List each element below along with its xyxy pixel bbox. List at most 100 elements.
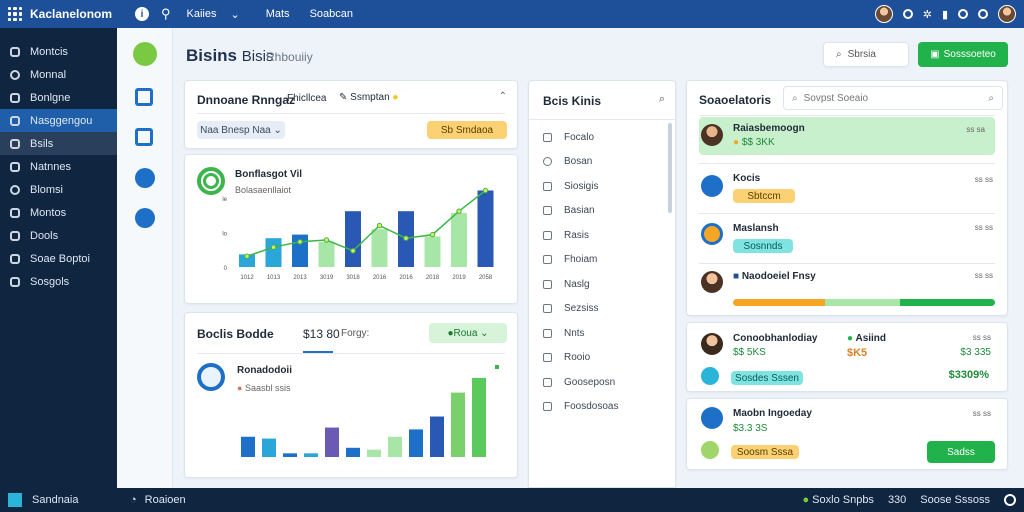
list-item[interactable]: Foosdosoas xyxy=(529,395,669,420)
people-search-input[interactable]: ⌕ Sovpst Soeaio ⌕ xyxy=(783,86,1003,110)
user-avatar[interactable] xyxy=(874,5,893,23)
chart2-bar xyxy=(346,447,360,457)
profile-avatar[interactable] xyxy=(998,5,1016,23)
deal2-pill[interactable]: Soosm Sssa xyxy=(731,445,799,459)
search-icon[interactable]: ⌕ xyxy=(659,93,665,106)
filter-dropdown[interactable]: Naa Bnesp Naa ⌄ xyxy=(197,121,285,139)
calendar-icon[interactable] xyxy=(135,88,153,106)
bottom-item-2[interactable]: 330 xyxy=(888,494,906,506)
list-item[interactable]: Fhoiam xyxy=(529,248,669,273)
bottom-status[interactable]: Roaioen xyxy=(145,494,186,506)
chart1-bar xyxy=(451,213,467,267)
chart1-point xyxy=(429,231,436,238)
globe-icon[interactable] xyxy=(135,168,155,188)
person-pill[interactable]: Sbtccm xyxy=(733,189,795,203)
deal2-button[interactable]: Sadss xyxy=(927,441,995,463)
notification-icon[interactable] xyxy=(958,9,968,19)
page-subtitle: Rhbouiiy xyxy=(266,50,313,64)
chart1-bar xyxy=(371,229,388,267)
sidebar-item-8[interactable]: Dools xyxy=(0,224,117,247)
list-item[interactable]: Basian xyxy=(529,199,669,224)
sidebar-item-2[interactable]: Bonlgne xyxy=(0,86,117,109)
list-item[interactable]: Gooseposn xyxy=(529,370,669,395)
nav-item-1[interactable]: Kaiies xyxy=(187,8,217,20)
progress-bar xyxy=(733,299,995,306)
chart1-point xyxy=(323,237,330,243)
sidebar-item-7[interactable]: Montos xyxy=(0,201,117,224)
settings-icon[interactable]: ✲ xyxy=(923,8,932,21)
person-value: ● $$ 3KK xyxy=(733,137,775,148)
chart1-point xyxy=(350,248,356,254)
list-item[interactable]: Nnts xyxy=(529,321,669,346)
list-item[interactable]: Rooio xyxy=(529,346,669,371)
list-item[interactable]: Rasis xyxy=(529,223,669,248)
bottom-item-1[interactable]: ● Soxlo Snpbs xyxy=(802,494,873,506)
status-icon[interactable] xyxy=(902,9,913,19)
monitor-icon xyxy=(10,207,20,218)
list-item[interactable]: Siosigis xyxy=(529,174,669,199)
sidebar-item-6[interactable]: Blomsi xyxy=(0,178,117,201)
chart1-point xyxy=(376,222,383,229)
chart2-bar xyxy=(304,453,318,457)
chart1-bar xyxy=(265,238,282,267)
range-tab-2[interactable]: ✎ Ssmptan ● xyxy=(339,92,398,103)
search-button[interactable]: ⌕ Sbrsia xyxy=(823,42,909,67)
collapse-icon[interactable]: ⌃ xyxy=(499,91,507,102)
deal-value-1: $$ 5KS xyxy=(733,347,766,358)
person-name: Maslansh xyxy=(733,223,779,234)
chart2-marker xyxy=(495,365,499,369)
deal2-sub-icon xyxy=(701,441,719,459)
sidebar-item-0[interactable]: Montcis xyxy=(0,40,117,63)
chart1-bar xyxy=(477,190,494,267)
leaf-icon[interactable] xyxy=(133,42,157,66)
note-icon xyxy=(543,353,552,363)
sidebar-item-9[interactable]: Soae Boptoi xyxy=(0,247,117,270)
list-item[interactable]: Focalo xyxy=(529,125,669,150)
x-tick-label: 2058 xyxy=(479,275,493,281)
mail-icon xyxy=(10,161,20,172)
brand-icon xyxy=(8,493,22,507)
lock-icon[interactable]: ▮ xyxy=(942,8,948,21)
chart2-bar xyxy=(451,392,465,457)
nav-item-3[interactable]: Soabcan xyxy=(310,8,353,20)
nav-item-2[interactable]: Mats xyxy=(266,8,290,20)
sidebar-item-10[interactable]: Sosgols xyxy=(0,270,117,293)
deal-avatar xyxy=(701,333,723,355)
chart2-bar xyxy=(262,438,276,457)
chart2-bar xyxy=(283,453,297,457)
apps-grid-icon[interactable] xyxy=(8,7,22,21)
x-tick-label: 3018 xyxy=(346,275,360,281)
app-logo[interactable]: Kaclanelonom xyxy=(0,7,135,21)
range-tab[interactable]: Fhicllcea xyxy=(287,93,326,104)
bottom-item-3[interactable]: Soose Sssoss xyxy=(920,494,990,506)
person-pill[interactable]: Sosnnds xyxy=(733,239,793,253)
bolt-icon[interactable]: ⚲ xyxy=(161,6,171,22)
sidebar-item-1[interactable]: Monnal xyxy=(0,63,117,86)
deal-pill[interactable]: Sosdes Sssen xyxy=(731,371,803,385)
help-icon[interactable] xyxy=(978,9,988,19)
status-icon: ◔ xyxy=(130,494,137,506)
add-button[interactable]: ▣ Sosssoeteo xyxy=(918,42,1008,67)
list-item[interactable]: Bosan xyxy=(529,150,669,175)
account-icon[interactable] xyxy=(1004,494,1016,506)
plus-icon: ▣ xyxy=(930,49,940,60)
page-title: Bisins Bisis xyxy=(186,46,274,65)
sidebar-item-3[interactable]: Nasggengou xyxy=(0,109,117,132)
chart2-bar xyxy=(325,427,339,457)
search-icon: ⌕ xyxy=(836,49,842,60)
icon-rail xyxy=(117,28,173,488)
chart1-bar xyxy=(318,241,335,267)
search-submit-icon[interactable]: ⌕ xyxy=(988,93,994,104)
document-icon[interactable] xyxy=(135,128,153,146)
chat-icon[interactable] xyxy=(135,208,155,228)
sidebar-item-4[interactable]: Bsils xyxy=(0,132,117,155)
deal-name-2: ● Asiind xyxy=(847,333,887,344)
chevron-down-icon[interactable]: ⌄ xyxy=(231,8,240,21)
sidebar-item-5[interactable]: Natnnes xyxy=(0,155,117,178)
list-item[interactable]: Sezsiss xyxy=(529,297,669,322)
action-button[interactable]: Sb Smdaoa xyxy=(427,121,507,139)
info-icon[interactable]: i xyxy=(135,7,149,21)
list-item[interactable]: Naslg xyxy=(529,272,669,297)
clipboard-icon xyxy=(543,402,552,412)
person-avatar xyxy=(701,124,723,146)
